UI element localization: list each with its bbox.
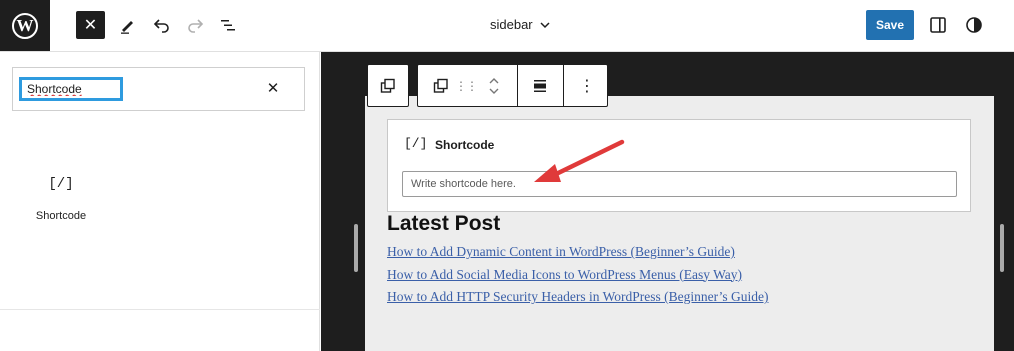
block-search-box: ✕ (12, 67, 305, 111)
chevron-down-icon (540, 21, 550, 28)
styles-button[interactable] (964, 15, 984, 35)
shortcode-icon: [/] (404, 136, 428, 151)
more-vertical-icon: ⋮ (579, 77, 595, 95)
list-view-icon (221, 20, 235, 31)
toolbar-divider (563, 65, 564, 106)
list-item: How to Add Dynamic Content in WordPress … (387, 244, 768, 267)
half-circle-styles-icon (966, 17, 982, 33)
wordpress-logo-icon[interactable]: W (0, 0, 50, 51)
transform-icon (433, 78, 448, 93)
align-icon (534, 79, 546, 92)
latest-post-heading: Latest Post (387, 212, 501, 235)
parent-block-icon (380, 78, 395, 93)
post-link[interactable]: How to Add HTTP Security Headers in Word… (387, 289, 768, 304)
undo-button[interactable] (150, 11, 174, 39)
drag-handle-icon[interactable]: ⋮⋮ (455, 65, 478, 106)
block-search-input[interactable] (19, 77, 123, 101)
document-title-dropdown[interactable]: sidebar (490, 17, 551, 32)
shortcode-block[interactable]: [/] Shortcode (387, 119, 971, 212)
resize-handle-left[interactable] (354, 224, 358, 272)
transform-block-button[interactable] (426, 65, 456, 106)
block-result-shortcode[interactable]: [/] Shortcode (18, 172, 104, 236)
tools-button[interactable] (115, 11, 139, 39)
undo-icon (153, 19, 169, 33)
block-result-label: Shortcode (35, 210, 87, 222)
post-link[interactable]: How to Add Dynamic Content in WordPress … (387, 244, 735, 259)
redo-icon (188, 19, 204, 33)
panel-divider (0, 309, 320, 310)
document-title: sidebar (490, 17, 533, 32)
latest-posts-list: How to Add Dynamic Content in WordPress … (387, 244, 768, 312)
sidebar-toggle-icon (930, 17, 946, 33)
settings-sidebar-button[interactable] (928, 15, 948, 35)
save-button[interactable]: Save (866, 10, 914, 40)
list-item: How to Add Social Media Icons to WordPre… (387, 267, 768, 290)
block-inserter-panel: ✕ [/] Shortcode (0, 52, 320, 351)
move-block-buttons[interactable] (484, 65, 504, 106)
close-inserter-button[interactable]: ✕ (76, 11, 105, 39)
editor-header: W ✕ sidebar Save (0, 0, 1014, 52)
more-options-button[interactable]: ⋮ (573, 65, 601, 106)
post-link[interactable]: How to Add Social Media Icons to WordPre… (387, 267, 742, 282)
shortcode-input[interactable] (402, 171, 957, 197)
select-parent-button[interactable] (367, 64, 409, 107)
align-button[interactable] (525, 65, 555, 106)
list-view-button[interactable] (216, 11, 240, 39)
toolbar-divider (517, 65, 518, 106)
resize-handle-right[interactable] (1000, 224, 1004, 272)
clear-search-icon[interactable]: ✕ (265, 80, 281, 97)
redo-button[interactable] (183, 11, 207, 39)
shortcode-icon: [/] (48, 176, 74, 192)
list-item: How to Add HTTP Security Headers in Word… (387, 289, 768, 312)
move-down-icon[interactable] (488, 86, 500, 96)
block-toolbar: ⋮⋮ ⋮ (417, 64, 608, 107)
red-annotation-arrow (534, 139, 625, 182)
move-up-icon[interactable] (488, 76, 500, 86)
pencil-icon (121, 21, 133, 34)
shortcode-block-title: Shortcode (435, 138, 495, 152)
close-icon: ✕ (83, 17, 98, 34)
